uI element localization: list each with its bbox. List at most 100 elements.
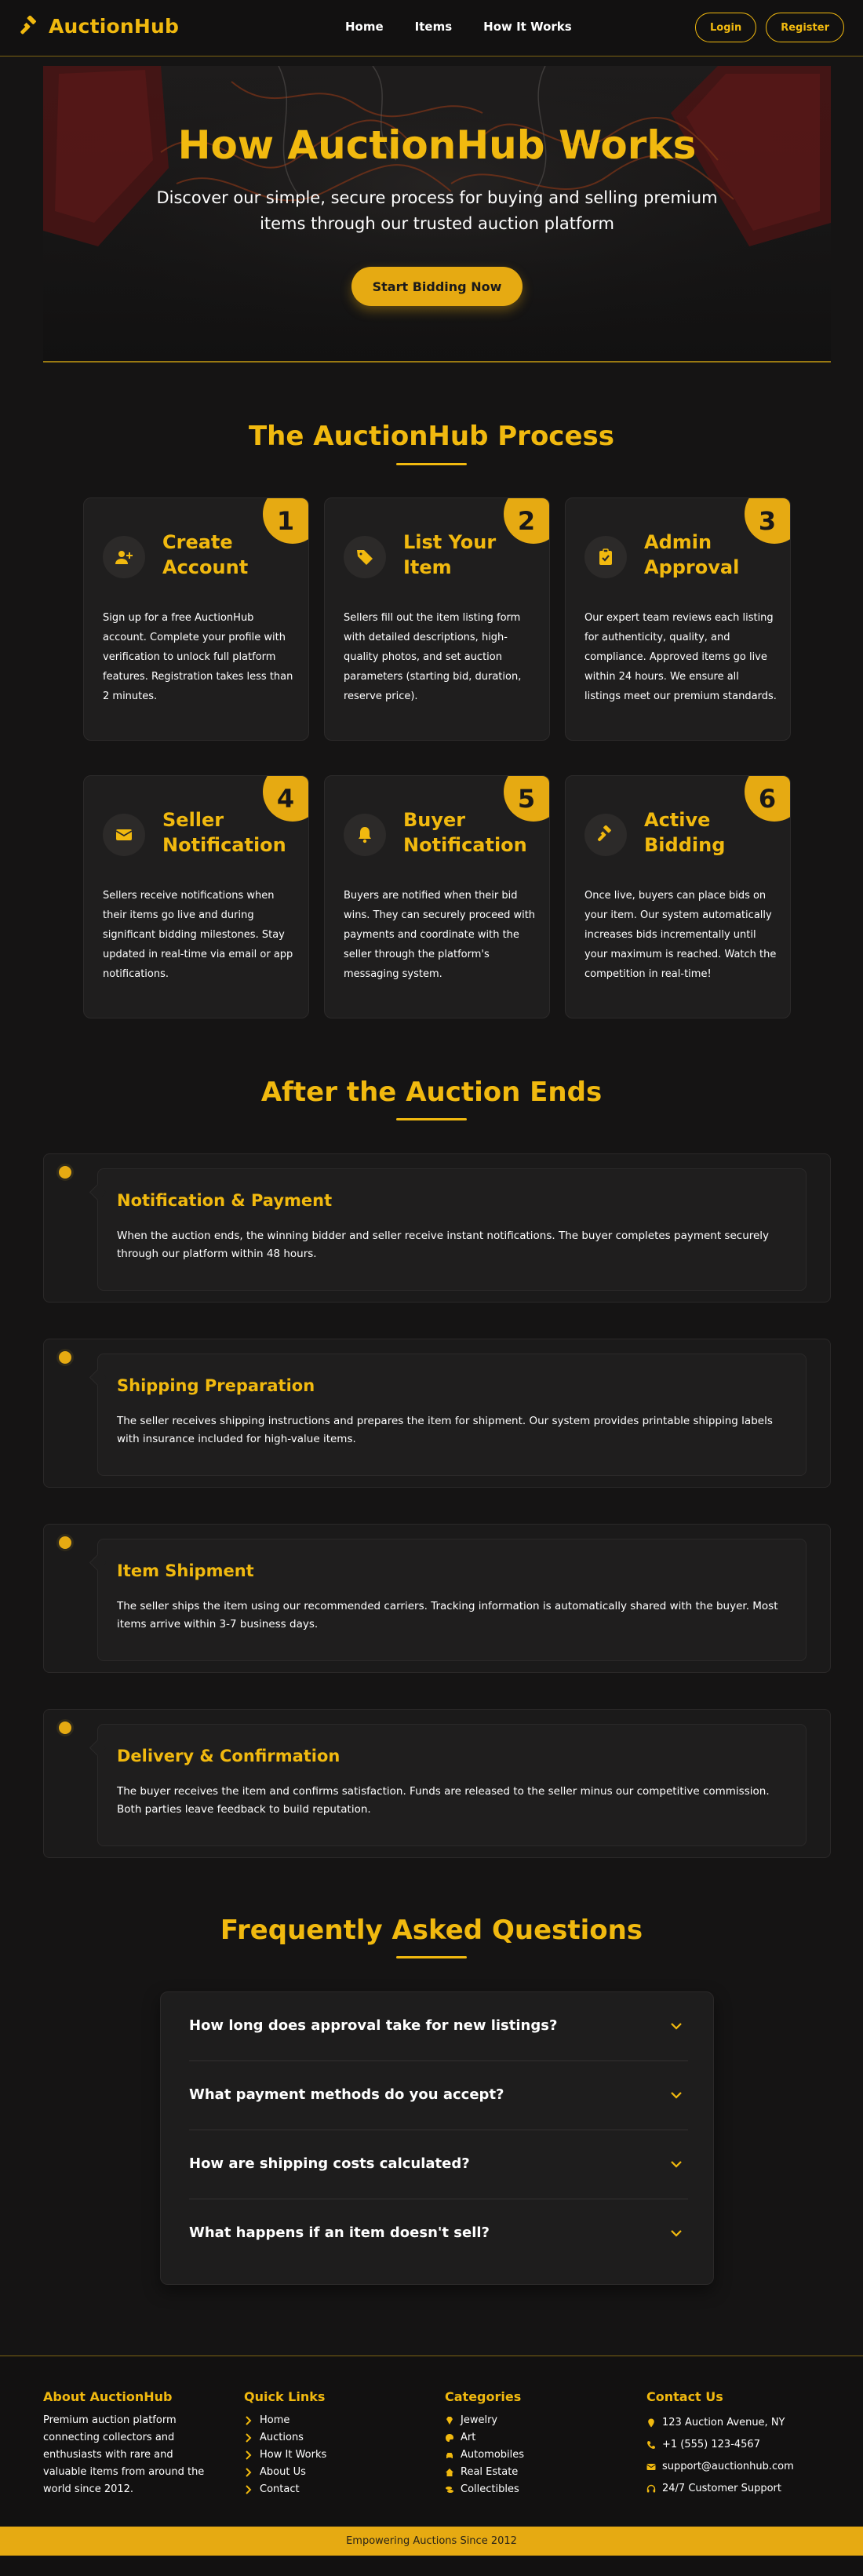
footer-category-label: Jewelry xyxy=(461,2414,498,2426)
timeline-title: Notification & Payment xyxy=(117,1191,333,1210)
hero-title: How AuctionHub Works xyxy=(177,122,697,168)
step-description: Once live, buyers can place bids on your… xyxy=(584,890,777,980)
register-button[interactable]: Register xyxy=(766,13,844,42)
palette-icon xyxy=(446,2434,453,2442)
footer-about: About AuctionHub Premium auction platfor… xyxy=(43,2389,216,2498)
footer-category-real-estate[interactable]: Real Estate xyxy=(445,2464,524,2481)
faq-item[interactable]: What happens if an item doesn't sell? xyxy=(189,2199,688,2268)
contact-support-label: 24/7 Customer Support xyxy=(662,2483,781,2494)
timeline-item: Notification & Payment When the auction … xyxy=(43,1153,831,1303)
envelope-icon xyxy=(646,2464,656,2470)
footer-link-contact[interactable]: Contact xyxy=(244,2481,326,2498)
timeline-dot xyxy=(56,1349,74,1366)
contact-email[interactable]: support@auctionhub.com xyxy=(646,2456,794,2478)
footer-category-label: Collectibles xyxy=(461,2483,519,2495)
brand[interactable]: AuctionHub xyxy=(19,15,179,38)
footer-link-auctions[interactable]: Auctions xyxy=(244,2429,326,2447)
user-plus-icon xyxy=(103,536,145,578)
process-step-card: 2 List Your Item Sellers fill out the it… xyxy=(324,497,550,741)
step-description: Our expert team reviews each listing for… xyxy=(584,612,777,702)
contact-support: 24/7 Customer Support xyxy=(646,2478,794,2500)
step-title: Admin Approval xyxy=(644,531,740,578)
start-bidding-button[interactable]: Start Bidding Now xyxy=(351,267,523,306)
process-title: The AuctionHub Process xyxy=(248,421,614,452)
step-description: Buyers are notified when their bid wins.… xyxy=(344,890,536,980)
footer-links-title: Quick Links xyxy=(244,2389,326,2404)
timeline-dot xyxy=(56,1719,74,1736)
footer-link-how-it-works[interactable]: How It Works xyxy=(244,2447,326,2464)
timeline-content: Notification & Payment When the auction … xyxy=(97,1168,807,1291)
after-auction-title: After the Auction Ends xyxy=(260,1077,603,1108)
footer-categories: Categories Jewelry Art Automobiles Real … xyxy=(445,2389,524,2498)
faq-question: What happens if an item doesn't sell? xyxy=(189,2224,490,2241)
chevron-right-icon xyxy=(246,2416,252,2425)
chevron-right-icon xyxy=(246,2485,252,2494)
timeline-item: Shipping Preparation The seller receives… xyxy=(43,1339,831,1488)
contact-address: 123 Auction Avenue, NY xyxy=(646,2412,794,2434)
footer-link-label: Contact xyxy=(260,2483,300,2495)
bell-icon xyxy=(344,814,386,856)
map-pin-icon xyxy=(648,2418,654,2428)
timeline-title: Shipping Preparation xyxy=(117,1376,315,1395)
faq-title-underline xyxy=(396,1956,467,1958)
chevron-right-icon xyxy=(246,2433,252,2443)
chevron-down-icon xyxy=(671,2092,682,2099)
gavel-icon xyxy=(20,15,37,34)
login-button[interactable]: Login xyxy=(694,13,757,42)
footer: About AuctionHub Premium auction platfor… xyxy=(0,2356,863,2576)
process-step-card: 1 Create Account Sign up for a free Auct… xyxy=(83,497,309,741)
footer-categories-title: Categories xyxy=(445,2389,522,2404)
step-description: Sign up for a free AuctionHub account. C… xyxy=(103,612,293,702)
clipboard-check-icon xyxy=(584,536,627,578)
footer-about-title: About AuctionHub xyxy=(43,2389,173,2404)
chevron-right-icon xyxy=(246,2450,252,2460)
faq-item[interactable]: What payment methods do you accept? xyxy=(189,2061,688,2130)
footer-about-text: Premium auction platform connecting coll… xyxy=(43,2414,205,2495)
contact-email-label: support@auctionhub.com xyxy=(662,2461,794,2472)
timeline-dot xyxy=(56,1164,74,1181)
faq-item[interactable]: How are shipping costs calculated? xyxy=(189,2130,688,2199)
footer-link-label: How It Works xyxy=(260,2449,327,2461)
gem-icon xyxy=(446,2417,453,2425)
auth-buttons: Login Register xyxy=(694,13,844,42)
timeline-item: Item Shipment The seller ships the item … xyxy=(43,1524,831,1673)
contact-address-label: 123 Auction Avenue, NY xyxy=(662,2417,785,2428)
timeline-item: Delivery & Confirmation The buyer receiv… xyxy=(43,1709,831,1858)
headset-icon xyxy=(646,2484,656,2493)
step-description: Sellers receive notifications when their… xyxy=(103,890,293,980)
timeline-text: The seller ships the item using our reco… xyxy=(117,1600,778,1630)
chevron-down-icon xyxy=(671,2230,682,2237)
footer-category-label: Automobiles xyxy=(461,2449,525,2461)
faq-title: Frequently Asked Questions xyxy=(220,1915,643,1946)
hero-subtitle: Discover our simple, secure process for … xyxy=(156,188,718,233)
coins-icon xyxy=(446,2487,453,2493)
process-step-card: 4 Seller Notification Sellers receive no… xyxy=(83,775,309,1018)
nav-link-how-it-works[interactable]: How It Works xyxy=(483,20,572,34)
nav-link-items[interactable]: Items xyxy=(415,20,452,34)
gavel-icon xyxy=(584,814,627,856)
faq-item[interactable]: How long does approval take for new list… xyxy=(189,1992,688,2061)
footer-link-label: Auctions xyxy=(260,2432,304,2443)
envelope-icon xyxy=(103,814,145,856)
timeline-title: Delivery & Confirmation xyxy=(117,1747,340,1765)
footer-link-about-us[interactable]: About Us xyxy=(244,2464,326,2481)
footer-contact: Contact Us 123 Auction Avenue, NY +1 (55… xyxy=(646,2389,794,2500)
process-title-underline xyxy=(396,463,467,465)
process-step-card: 5 Buyer Notification Buyers are notified… xyxy=(324,775,550,1018)
footer-link-home[interactable]: Home xyxy=(244,2412,326,2429)
timeline-content: Shipping Preparation The seller receives… xyxy=(97,1354,807,1476)
step-title: Seller Notification xyxy=(162,809,286,856)
footer-category-art[interactable]: Art xyxy=(445,2429,524,2447)
footer-category-jewelry[interactable]: Jewelry xyxy=(445,2412,524,2429)
contact-phone[interactable]: +1 (555) 123-4567 xyxy=(646,2434,794,2456)
phone-icon xyxy=(647,2441,655,2449)
footer-category-automobiles[interactable]: Automobiles xyxy=(445,2447,524,2464)
chevron-down-icon xyxy=(671,2023,682,2030)
timeline-content: Item Shipment The seller ships the item … xyxy=(97,1539,807,1661)
tag-icon xyxy=(344,536,386,578)
nav-link-home[interactable]: Home xyxy=(345,20,384,34)
footer-category-label: Art xyxy=(461,2432,476,2443)
chevron-right-icon xyxy=(246,2468,252,2477)
footer-category-collectibles[interactable]: Collectibles xyxy=(445,2481,524,2498)
nav-links: Home Items How It Works xyxy=(345,20,603,34)
